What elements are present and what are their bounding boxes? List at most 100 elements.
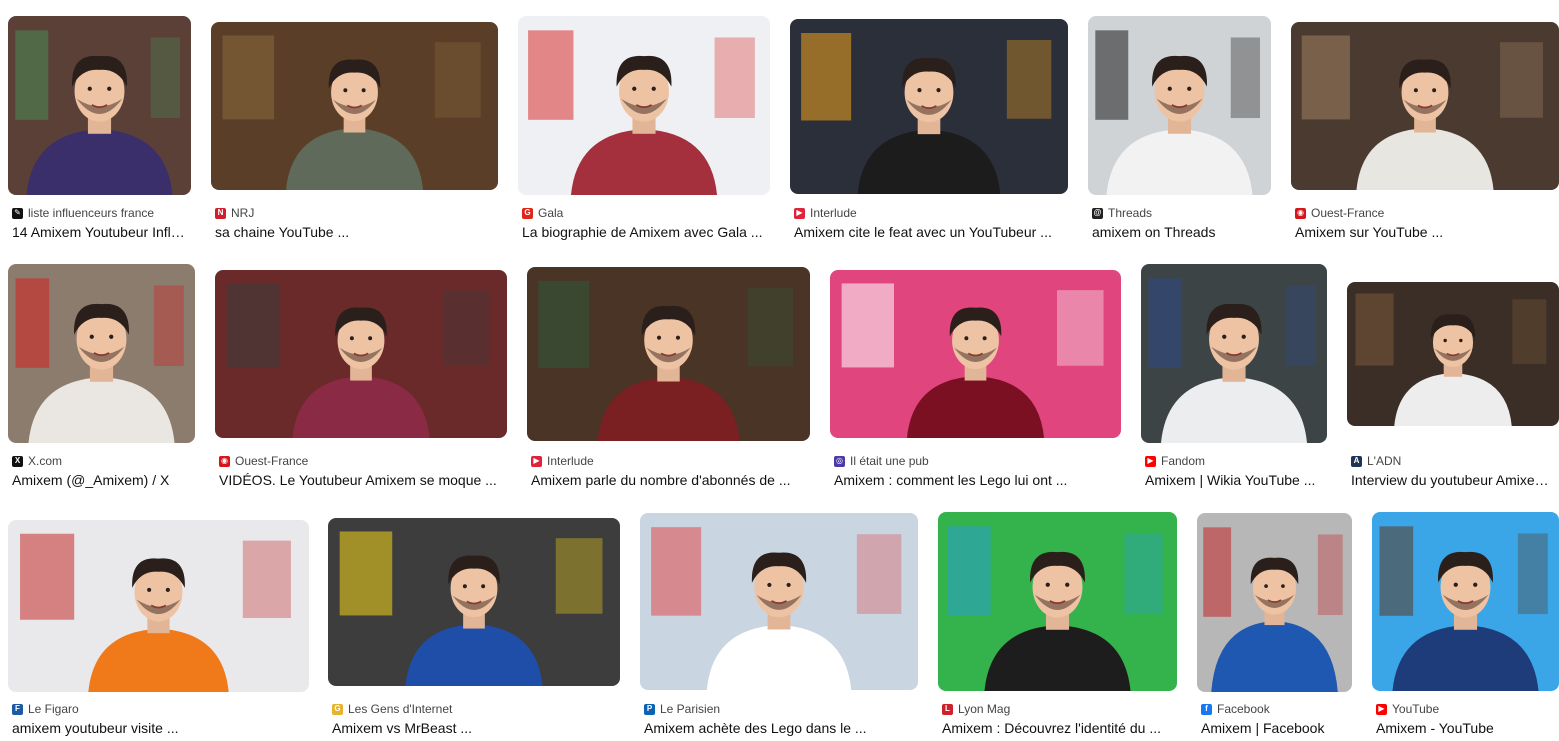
result-thumbnail[interactable] [790,19,1068,194]
result-thumbnail[interactable] [830,270,1121,438]
figaro-icon: F [12,703,23,715]
result-source-name: Lyon Mag [958,702,1011,716]
result-thumbnail[interactable] [328,518,620,686]
ladn-icon: A [1351,455,1362,467]
image-result-tile[interactable]: @ Threads amixem on Threads [1088,16,1271,245]
result-thumbnail[interactable] [1197,513,1352,692]
quill-icon: ✎ [12,207,23,219]
result-source-name: Interlude [547,454,594,468]
result-source-name: Gala [538,206,564,220]
ouest-france-icon: ◉ [219,455,230,467]
result-title[interactable]: sa chaine YouTube ... [215,224,494,242]
image-result-tile[interactable]: P Le Parisien Amixem achète des Lego dans … [640,513,918,741]
result-source[interactable]: G Les Gens d'Internet [332,701,616,717]
ouest-france-icon: ◉ [1295,207,1306,219]
image-result-tile[interactable]: F Le Figaro amixem youtubeur visite ... [8,520,309,741]
result-source[interactable]: ▶ Interlude [794,205,1064,221]
result-source[interactable]: X X.com [12,453,191,469]
result-title[interactable]: VIDÉOS. Le Youtubeur Amixem se moque ... [219,472,503,490]
result-title[interactable]: Amixem | Wikia YouTube ... [1145,472,1323,490]
result-title[interactable]: Amixem parle du nombre d'abonnés de ... [531,472,806,490]
image-result-tile[interactable]: ▶ YouTube Amixem - YouTube [1372,512,1559,741]
gala-g-icon: G [522,207,533,219]
image-result-tile[interactable]: ✎ liste influenceurs france 14 Amixem Yout… [8,16,191,245]
result-thumbnail[interactable] [1141,264,1327,443]
result-source[interactable]: @ Threads [1092,205,1267,221]
parisien-icon: P [644,703,655,715]
image-result-tile[interactable]: f Facebook Amixem | Facebook [1197,513,1352,741]
result-title[interactable]: Amixem (@_Amixem) / X [12,472,191,490]
result-source[interactable]: ◉ Ouest-France [219,453,503,469]
result-source[interactable]: G Gala [522,205,766,221]
result-thumbnail[interactable] [1088,16,1271,195]
result-source[interactable]: ▶ Fandom [1145,453,1323,469]
result-source[interactable]: ▶ YouTube [1376,701,1555,717]
result-source-name: Threads [1108,206,1153,220]
result-source-name: Le Figaro [28,702,79,716]
result-source-name: Les Gens d'Internet [348,702,453,716]
result-source[interactable]: F Le Figaro [12,701,305,717]
result-source-name: Le Parisien [660,702,721,716]
result-thumbnail[interactable] [1347,282,1559,426]
image-result-tile[interactable]: L Lyon Mag Amixem : Découvrez l'identité d… [938,512,1177,741]
image-result-tile[interactable]: X X.com Amixem (@_Amixem) / X [8,264,195,493]
result-source[interactable]: P Le Parisien [644,701,914,717]
image-result-tile[interactable]: G Les Gens d'Internet Amixem vs MrBeast ..… [328,518,620,741]
result-thumbnail[interactable] [938,512,1177,691]
nrj-logo-icon: N [215,207,226,219]
result-source-name: liste influenceurs france [28,206,155,220]
image-result-tile[interactable]: ▶ Fandom Amixem | Wikia YouTube ... [1141,264,1327,493]
youtube-icon: ▶ [1376,703,1387,715]
result-source[interactable]: N NRJ [215,205,494,221]
result-thumbnail[interactable] [211,22,498,190]
result-source[interactable]: f Facebook [1201,701,1348,717]
result-thumbnail[interactable] [1291,22,1559,190]
image-result-tile[interactable]: G Gala La biographie de Amixem avec Gala .… [518,16,770,245]
image-result-tile[interactable]: A L'ADN Interview du youtubeur Amixem : "J… [1347,282,1559,493]
result-title[interactable]: amixem on Threads [1092,224,1267,242]
result-source-name: Fandom [1161,454,1206,468]
result-thumbnail[interactable] [640,513,918,690]
result-source[interactable]: ◉ Ouest-France [1295,205,1555,221]
result-source[interactable]: ◎ Il était une pub [834,453,1117,469]
result-source[interactable]: A L'ADN [1351,453,1555,469]
result-source-name: Ouest-France [235,454,309,468]
pub-icon: ◎ [834,455,845,467]
result-source-name: X.com [28,454,63,468]
lyonmag-icon: L [942,703,953,715]
result-title[interactable]: Interview du youtubeur Amixem : "Je ... [1351,472,1555,490]
image-result-tile[interactable]: ▶ Interlude Amixem cite le feat avec un Yo… [790,19,1068,245]
lgdi-icon: G [332,703,343,715]
result-thumbnail[interactable] [215,270,507,438]
image-result-tile[interactable]: ◉ Ouest-France Amixem sur YouTube ... [1291,22,1559,245]
image-result-tile[interactable]: ▶ Interlude Amixem parle du nombre d'abonn… [527,267,810,493]
result-source[interactable]: ✎ liste influenceurs france [12,205,187,221]
result-source-name: YouTube [1392,702,1440,716]
result-source-name: Facebook [1217,702,1270,716]
result-source[interactable]: ▶ Interlude [531,453,806,469]
result-source-name: Interlude [810,206,857,220]
result-title[interactable]: Amixem : comment les Lego lui ont ... [834,472,1117,490]
x-logo-icon: X [12,455,23,467]
image-result-tile[interactable]: ◎ Il était une pub Amixem : comment les Le… [830,270,1121,493]
threads-icon: @ [1092,207,1103,219]
result-title[interactable]: Amixem sur YouTube ... [1295,224,1555,242]
result-title[interactable]: La biographie de Amixem avec Gala ... [522,224,766,242]
interlude-icon: ▶ [531,455,542,467]
result-thumbnail[interactable] [527,267,810,441]
result-title[interactable]: Amixem cite le feat avec un YouTubeur ..… [794,224,1064,242]
image-result-tile[interactable]: ◉ Ouest-France VIDÉOS. Le Youtubeur Amixem… [215,270,507,493]
result-thumbnail[interactable] [1372,512,1559,691]
result-source-name: Il était une pub [850,454,929,468]
result-source-name: L'ADN [1367,454,1402,468]
result-title[interactable]: 14 Amixem Youtubeur Influence... [12,224,187,242]
image-result-tile[interactable]: N NRJ sa chaine YouTube ... [211,22,498,245]
result-source[interactable]: L Lyon Mag [942,701,1173,717]
result-thumbnail[interactable] [8,16,191,195]
result-thumbnail[interactable] [518,16,770,195]
result-thumbnail[interactable] [8,520,309,692]
interlude-icon: ▶ [794,207,805,219]
result-source-name: Ouest-France [1311,206,1385,220]
facebook-icon: f [1201,703,1212,715]
result-thumbnail[interactable] [8,264,195,443]
